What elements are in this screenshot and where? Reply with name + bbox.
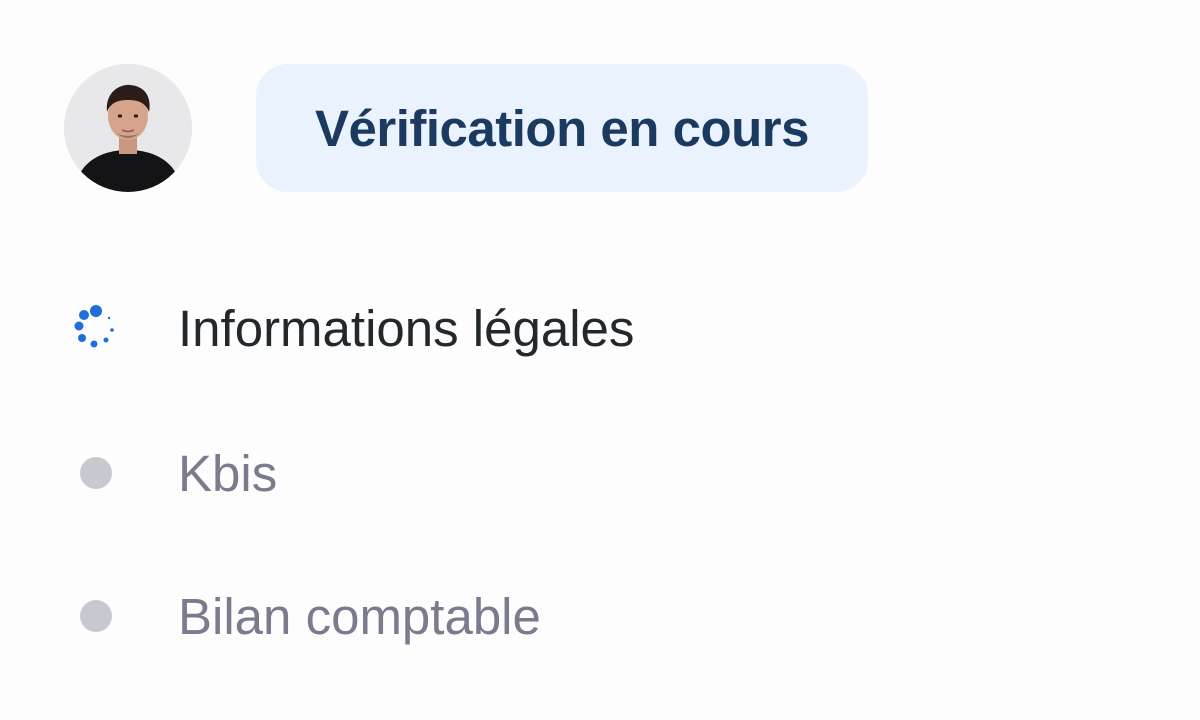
step-kbis: Kbis	[64, 437, 277, 509]
step-label: Kbis	[178, 444, 278, 502]
person-photo-icon	[64, 64, 192, 192]
step-label: Informations légales	[178, 299, 635, 357]
status-label: Vérification en cours	[315, 99, 809, 157]
step-informations-legales: Informations légales	[64, 292, 634, 364]
pending-dot-icon	[64, 584, 128, 648]
verification-screen: Vérification en cours Informations légal…	[0, 0, 1200, 720]
status-badge: Vérification en cours	[256, 64, 868, 192]
avatar	[64, 64, 192, 192]
step-label: Bilan comptable	[178, 587, 541, 645]
spinner-icon	[64, 296, 128, 360]
pending-dot-icon	[64, 441, 128, 505]
step-bilan-comptable: Bilan comptable	[64, 580, 541, 652]
